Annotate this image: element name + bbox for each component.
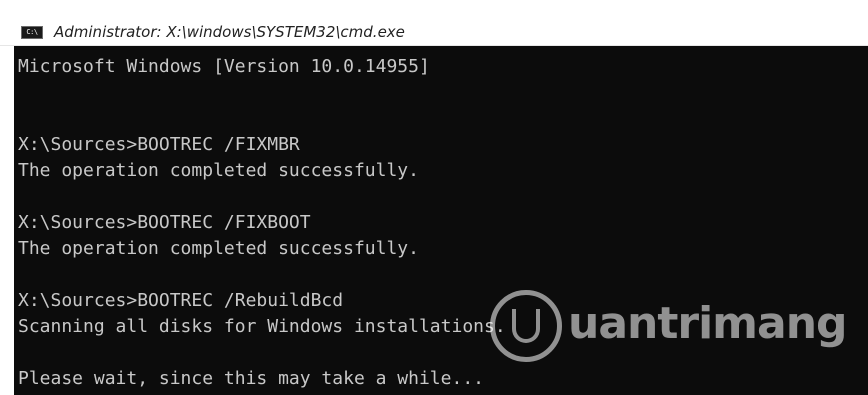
title-bar[interactable]: C:\ Administrator: X:\windows\SYSTEM32\c… (0, 0, 868, 46)
console-line: X:\Sources>BOOTREC /FIXMBR (18, 134, 300, 155)
cmd-console-icon-label: C:\ (26, 28, 38, 36)
cmd-console-icon[interactable]: C:\ (21, 26, 43, 39)
console-line: The operation completed successfully. (18, 238, 419, 259)
console-line: X:\Sources>BOOTREC /RebuildBcd (18, 290, 344, 311)
console-line: Scanning all disks for Windows installat… (18, 316, 506, 337)
console-line: Microsoft Windows [Version 10.0.14955] (18, 56, 430, 77)
console-line: Please wait, since this may take a while… (18, 368, 484, 389)
console-line: The operation completed successfully. (18, 160, 419, 181)
quantrimang-logo-mark (512, 309, 540, 343)
watermark: uantrimang (490, 286, 860, 366)
cmd-window: C:\ Administrator: X:\windows\SYSTEM32\c… (0, 0, 868, 395)
watermark-text: uantrimang (568, 298, 848, 349)
window-title: Administrator: X:\windows\SYSTEM32\cmd.e… (54, 23, 405, 41)
console-lines: Microsoft Windows [Version 10.0.14955] X… (14, 46, 506, 392)
console-line: X:\Sources>BOOTREC /FIXBOOT (18, 212, 311, 233)
console-output-area[interactable]: Microsoft Windows [Version 10.0.14955] X… (14, 46, 868, 395)
